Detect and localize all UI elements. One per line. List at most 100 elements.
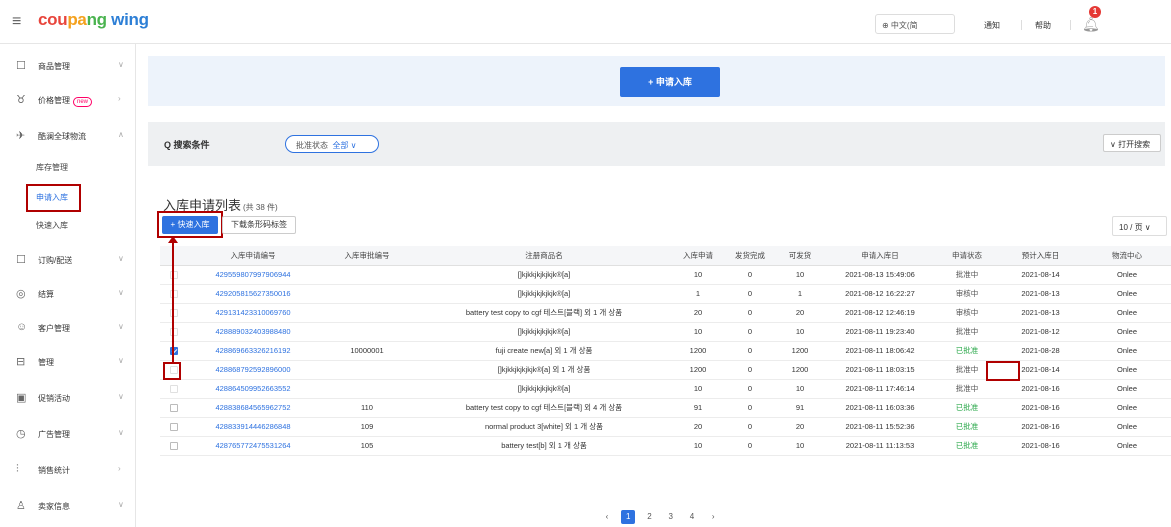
- available-qty-cell: 20: [776, 303, 824, 323]
- logo-part: ng: [86, 10, 107, 29]
- coupang-wing-logo[interactable]: coupang wing: [38, 10, 149, 30]
- request-date-cell: 2021-08-12 12:46:19: [824, 303, 936, 323]
- table-row[interactable]: 429559807997906944 []kjkkjkjkjkjk®[a] 10 0 1…: [160, 265, 1171, 285]
- eta-cell: 2021-08-13: [998, 284, 1083, 304]
- logo-part: pa: [67, 10, 87, 29]
- approval-no-cell: [318, 265, 416, 285]
- row-select-cell: [160, 398, 188, 418]
- page-size-select[interactable]: 10 / 页 ∨: [1112, 216, 1167, 236]
- requested-qty-cell: 20: [672, 417, 724, 437]
- logo-part: cou: [38, 10, 68, 29]
- column-header-select: [160, 246, 188, 266]
- pagination: ‹ 1 2 3 4 ›: [600, 510, 725, 524]
- shipped-qty-cell: 0: [724, 436, 776, 456]
- download-barcode-button[interactable]: 下载条形码标签: [222, 216, 296, 234]
- request-no-link[interactable]: 428833914446286848: [188, 417, 318, 437]
- approval-no-cell: [318, 379, 416, 399]
- row-checkbox[interactable]: [170, 423, 178, 431]
- request-no-link[interactable]: 428889032403988480: [188, 322, 318, 342]
- product-name-cell: []kjkkjkjkjkjk®[a]: [416, 265, 672, 285]
- table-row[interactable]: 428889032403988480 []kjkkjkjkjkjk®[a] 10 0 1…: [160, 322, 1171, 342]
- search-conditions-label: Q 搜索条件: [164, 140, 210, 150]
- table-row[interactable]: 428869663326216192 10000001 fuji create ne…: [160, 341, 1171, 361]
- approval-status-filter[interactable]: 批准状态 全部 ∨: [285, 135, 379, 153]
- sidebar-item-ads[interactable]: ◷ 广告管理 ∨: [0, 424, 136, 444]
- sidebar-item-label: 结算: [38, 290, 54, 299]
- product-name-cell: normal product 3[white] 외 1 개 상품: [416, 417, 672, 437]
- available-qty-cell: 10: [776, 265, 824, 285]
- request-no-link[interactable]: 428864509952663552: [188, 379, 318, 399]
- center-cell: Onlee: [1083, 436, 1171, 456]
- sidebar-item-global-logistics[interactable]: ✈ 酷澜全球物流 ∧: [0, 126, 136, 146]
- center-cell: Onlee: [1083, 417, 1171, 437]
- shipped-qty-cell: 0: [724, 398, 776, 418]
- sidebar-sub-inventory[interactable]: 库存管理: [36, 162, 68, 173]
- available-qty-cell: 1: [776, 284, 824, 304]
- settlement-icon: ◎: [16, 288, 26, 300]
- pager-page[interactable]: 3: [664, 512, 678, 521]
- request-date-cell: 2021-08-11 18:03:15: [824, 360, 936, 380]
- sidebar-item-seller-info[interactable]: ♙ 卖家信息 ∨: [0, 496, 136, 516]
- request-no-link[interactable]: 429559807997906944: [188, 265, 318, 285]
- request-no-link[interactable]: 428838684565962752: [188, 398, 318, 418]
- approval-no-cell: [318, 284, 416, 304]
- hamburger-menu-icon[interactable]: ≡: [12, 13, 21, 31]
- sidebar-item-settlement[interactable]: ◎ 结算 ∨: [0, 284, 136, 304]
- sidebar-item-label: 卖家信息: [38, 502, 70, 511]
- sidebar-item-manage[interactable]: ⊟ 管理 ∨: [0, 352, 136, 372]
- pager-next[interactable]: ›: [706, 512, 720, 521]
- available-qty-cell: 91: [776, 398, 824, 418]
- sidebar-item-label: 销售统计: [38, 466, 70, 475]
- shipped-qty-cell: 0: [724, 265, 776, 285]
- table-row[interactable]: 429131423310069760 battery test copy to c…: [160, 303, 1171, 323]
- sidebar-item-orders[interactable]: ☐ 订购/配送 ∨: [0, 250, 136, 270]
- request-date-cell: 2021-08-11 18:06:42: [824, 341, 936, 361]
- sidebar-item-sales-stats[interactable]: ⫶ 销售统计 ›: [0, 460, 136, 480]
- row-checkbox[interactable]: [170, 385, 178, 393]
- center-cell: Onlee: [1083, 322, 1171, 342]
- requested-qty-cell: 1200: [672, 360, 724, 380]
- table-row[interactable]: 428765772475531264 105 battery test[b] 외 1…: [160, 436, 1171, 456]
- chevron-right-icon: ›: [118, 94, 121, 103]
- bell-icon[interactable]: 🔔︎: [1082, 16, 1100, 33]
- column-header-request-date: 申请入库日: [824, 246, 936, 266]
- request-no-link[interactable]: 429205815627350016: [188, 284, 318, 304]
- sidebar-sub-quick-inbound[interactable]: 快速入库: [36, 220, 68, 231]
- column-header-center: 物流中心: [1083, 246, 1171, 266]
- sidebar-item-price[interactable]: ♉ 价格管理 new ›: [0, 90, 136, 110]
- row-checkbox[interactable]: [170, 404, 178, 412]
- row-select-cell: [160, 265, 188, 285]
- chevron-down-icon: ∨: [118, 392, 124, 401]
- status-cell: 已批准: [936, 436, 998, 456]
- pager-page[interactable]: 2: [642, 512, 656, 521]
- open-search-button[interactable]: ∨ 打开搜索: [1103, 134, 1161, 152]
- request-no-link[interactable]: 429131423310069760: [188, 303, 318, 323]
- table-row[interactable]: 428838684565962752 110 battery test copy t…: [160, 398, 1171, 418]
- request-no-link[interactable]: 428869663326216192: [188, 341, 318, 361]
- table-row[interactable]: 428864509952663552 []kjkkjkjkjkjk®[a] 10 0 1…: [160, 379, 1171, 399]
- pager-page[interactable]: 1: [621, 510, 636, 524]
- product-name-cell: []kjkkjkjkjkjk®[a]: [416, 322, 672, 342]
- center-cell: Onlee: [1083, 341, 1171, 361]
- column-header-available-qty: 可发货: [776, 246, 824, 266]
- sidebar-item-product[interactable]: ☐ 商品管理 ∨: [0, 56, 136, 76]
- request-no-link[interactable]: 428868792592896000: [188, 360, 318, 380]
- center-cell: Onlee: [1083, 284, 1171, 304]
- table-row[interactable]: 428833914446286848 109 normal product 3[wh…: [160, 417, 1171, 437]
- row-checkbox[interactable]: [170, 442, 178, 450]
- pager-page[interactable]: 4: [685, 512, 699, 521]
- notice-link[interactable]: 通知: [984, 20, 1000, 31]
- sidebar-item-promotion[interactable]: ▣ 促销活动 ∨: [0, 388, 136, 408]
- sidebar-item-customer[interactable]: ☺ 客户管理 ∨: [0, 318, 136, 338]
- sidebar-item-label: 酷澜全球物流: [38, 132, 86, 141]
- center-cell: Onlee: [1083, 360, 1171, 380]
- language-select[interactable]: ⊕ 中文(简: [875, 14, 955, 34]
- table-header-row: 入库申请编号 入库审批编号 注册商品名 入库申请 发货完成 可发货 申请入库日 …: [160, 246, 1171, 266]
- apply-inbound-button[interactable]: + 申请入库: [620, 67, 720, 97]
- shipped-qty-cell: 0: [724, 284, 776, 304]
- pager-prev[interactable]: ‹: [600, 512, 614, 521]
- table-row[interactable]: 429205815627350016 []kjkkjkjkjkjk®[a] 1 0 1 2…: [160, 284, 1171, 304]
- request-no-link[interactable]: 428765772475531264: [188, 436, 318, 456]
- approval-no-cell: 110: [318, 398, 416, 418]
- help-link[interactable]: 帮助: [1035, 20, 1051, 31]
